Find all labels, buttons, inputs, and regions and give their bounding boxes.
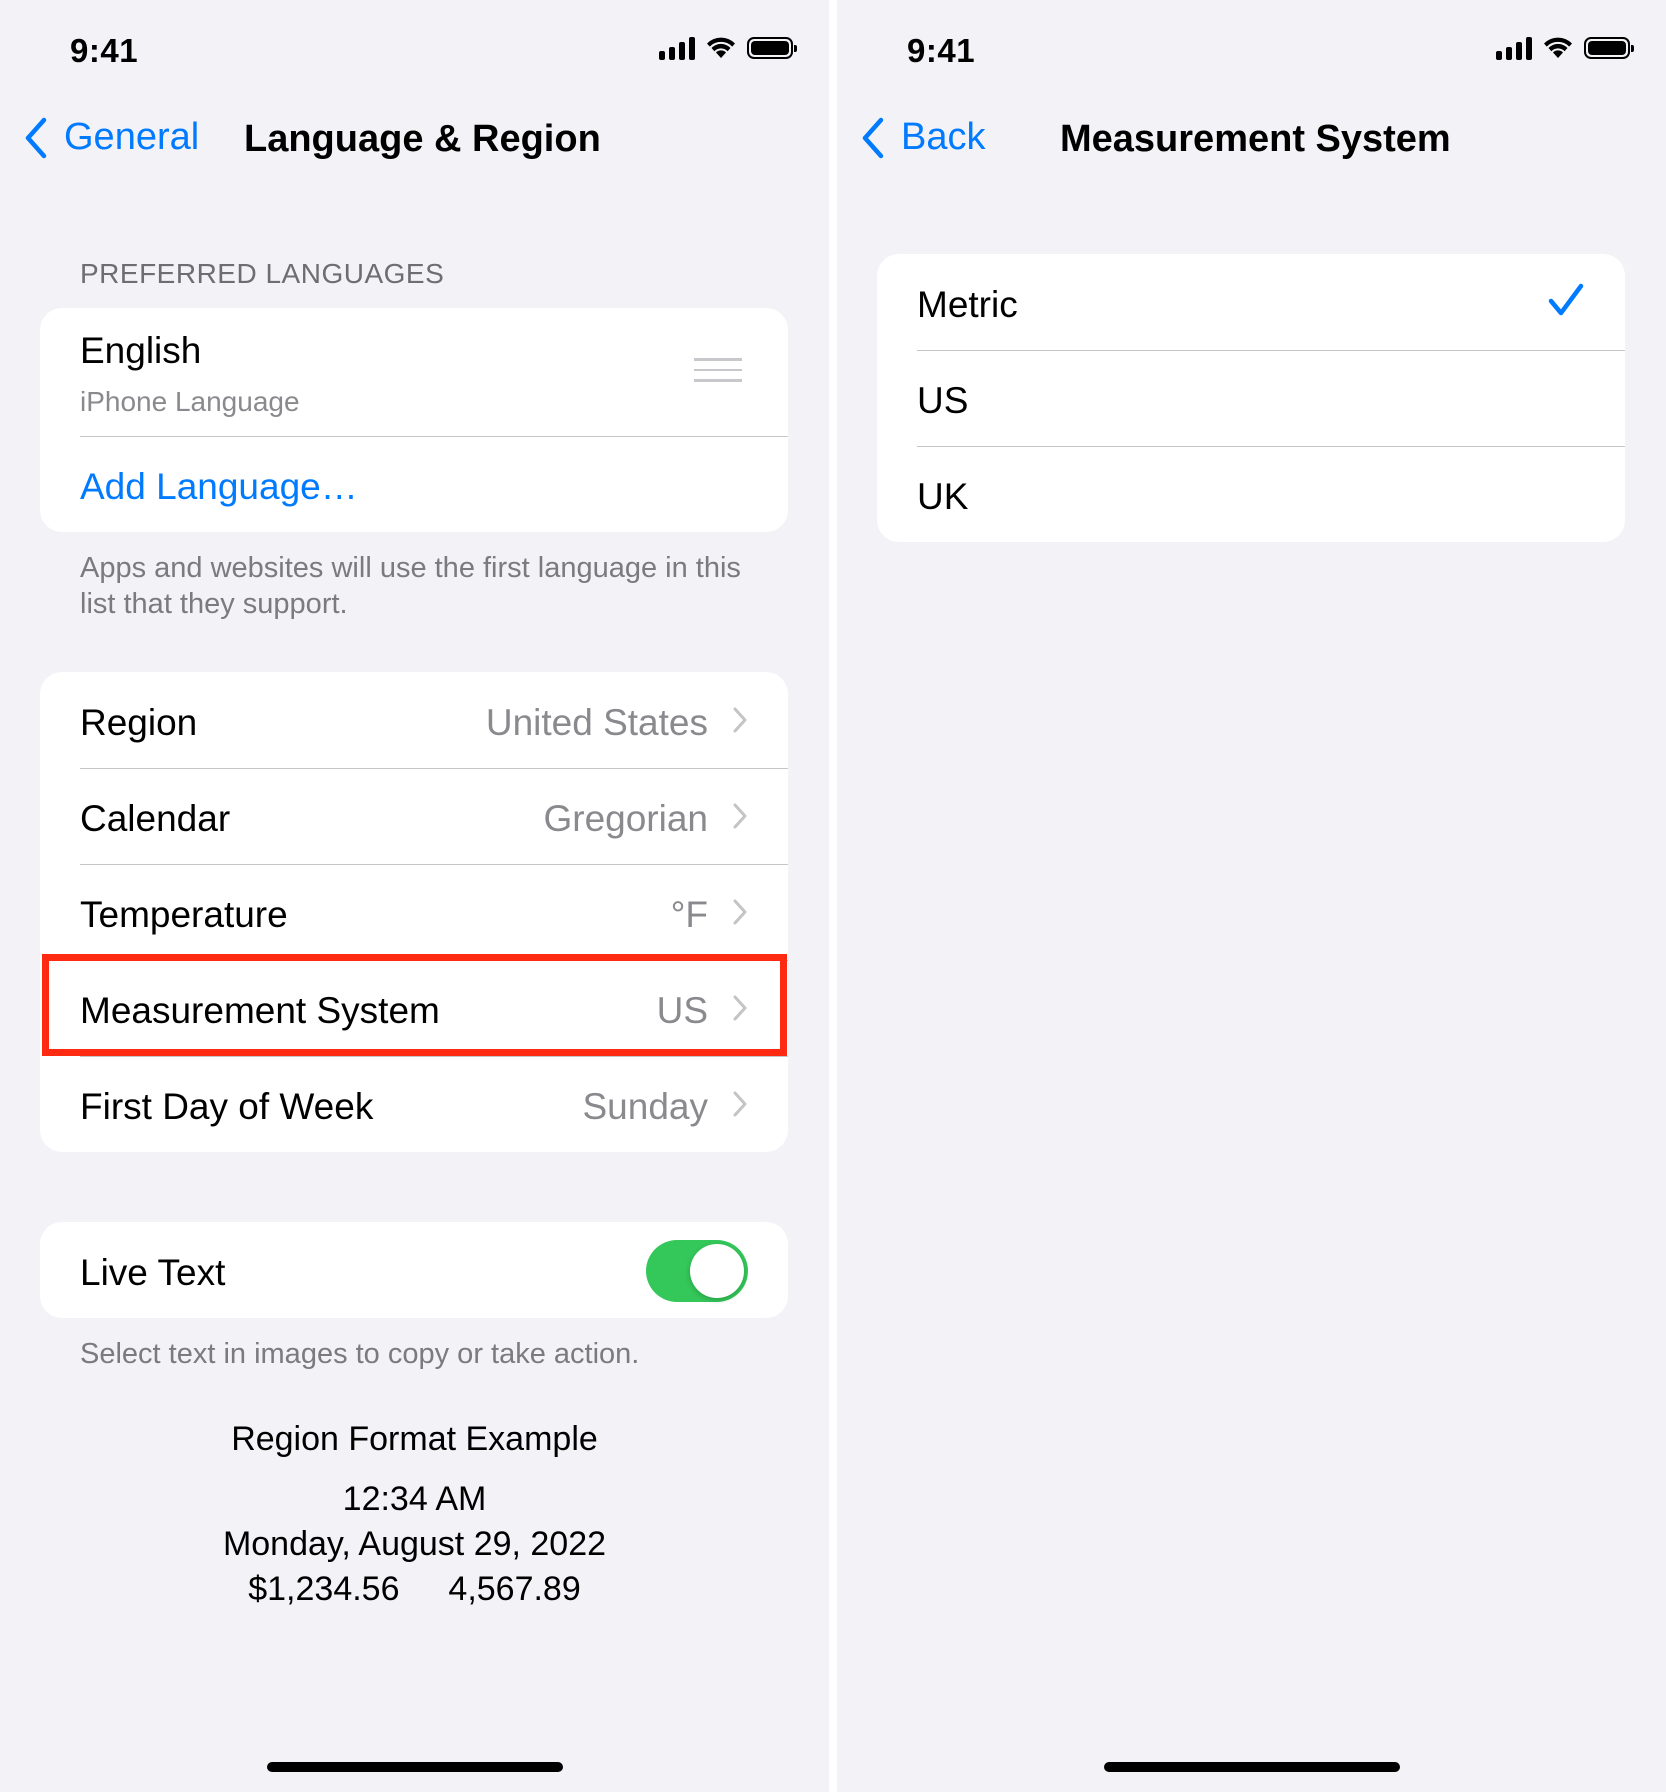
setting-row-first-day-of-week[interactable]: First Day of Week Sunday (40, 1056, 788, 1152)
checkmark-icon (1548, 283, 1584, 316)
setting-label: Region (80, 702, 198, 743)
status-time: 9:41 (907, 32, 976, 69)
setting-row-measurement-system[interactable]: Measurement System US (40, 960, 788, 1056)
status-bar: 9:41 (837, 28, 1666, 76)
chevron-left-icon (25, 117, 47, 158)
setting-value: °F (670, 894, 708, 935)
back-button[interactable]: Back (861, 116, 985, 159)
chevron-right-icon (733, 707, 747, 733)
cellular-signal-icon (659, 36, 695, 60)
status-icons (1496, 36, 1634, 60)
status-icons (659, 36, 797, 60)
chevron-right-icon (733, 899, 747, 925)
setting-value: United States (485, 702, 708, 743)
example-time: 12:34 AM (342, 1480, 487, 1518)
status-bar: 9:41 (0, 28, 829, 76)
chevron-right-icon (733, 803, 747, 829)
add-language-button[interactable]: Add Language… (80, 466, 358, 508)
setting-row-temperature[interactable]: Temperature °F (40, 864, 788, 960)
live-text-label: Live Text (80, 1252, 226, 1293)
option-row-us[interactable]: US (877, 350, 1625, 446)
toggle-knob (690, 1244, 744, 1298)
example-number: 4,567.89 (448, 1570, 581, 1608)
page-title: Measurement System (1060, 118, 1451, 160)
add-language-row[interactable]: Add Language… (40, 436, 788, 532)
live-text-group: Live Text (40, 1222, 788, 1318)
language-row-english[interactable]: English iPhone Language (40, 308, 788, 436)
battery-icon (1584, 37, 1634, 59)
wifi-icon (707, 37, 735, 58)
preferred-languages-footer: Apps and websites will use the first lan… (80, 552, 741, 620)
home-indicator[interactable] (266, 1762, 563, 1772)
page-title: Language & Region (244, 118, 601, 160)
region-format-example-title: Region Format Example (231, 1420, 598, 1458)
live-text-toggle[interactable] (646, 1240, 748, 1302)
option-row-metric[interactable]: Metric (877, 254, 1625, 350)
back-label: Back (901, 116, 986, 158)
example-currency: $1,234.56 (248, 1570, 400, 1608)
option-label: UK (917, 476, 969, 517)
setting-label: Measurement System (80, 990, 440, 1031)
live-text-footer: Select text in images to copy or take ac… (80, 1338, 640, 1370)
language-name: English (80, 330, 202, 371)
battery-icon (747, 37, 797, 59)
setting-label: Calendar (80, 798, 231, 839)
cellular-signal-icon (1496, 36, 1532, 60)
preferred-languages-group: English iPhone Language Add Language… (40, 308, 788, 532)
live-text-row: Live Text (40, 1222, 788, 1318)
setting-value: Gregorian (543, 798, 708, 839)
region-settings-group: Region United States Calendar Gregorian … (40, 672, 788, 1152)
back-button-general[interactable]: General (24, 116, 199, 159)
option-label: Metric (917, 284, 1018, 325)
wifi-icon (1544, 37, 1572, 58)
example-date: Monday, August 29, 2022 (222, 1525, 607, 1563)
setting-label: First Day of Week (80, 1086, 374, 1127)
chevron-right-icon (733, 995, 747, 1021)
language-subtitle: iPhone Language (80, 386, 300, 417)
setting-label: Temperature (80, 894, 288, 935)
language-region-screen: 9:41 General Language & Region PREFERRED… (0, 0, 829, 1792)
setting-value: US (656, 990, 708, 1031)
setting-row-calendar[interactable]: Calendar Gregorian (40, 768, 788, 864)
section-header-preferred-languages: PREFERRED LANGUAGES (80, 258, 445, 289)
option-row-uk[interactable]: UK (877, 446, 1625, 542)
navigation-bar: Back Measurement System (837, 108, 1666, 172)
example-numbers: $1,234.56 4,567.89 (0, 1570, 829, 1609)
measurement-options-group: Metric US UK (877, 254, 1625, 542)
home-indicator[interactable] (1103, 1762, 1400, 1772)
setting-value: Sunday (582, 1086, 709, 1127)
chevron-right-icon (733, 1091, 747, 1117)
reorder-handle-icon[interactable] (694, 358, 742, 390)
chevron-left-icon (862, 117, 884, 158)
navigation-bar: General Language & Region (0, 108, 829, 172)
measurement-system-screen: 9:41 Back Measurement System Metric US U… (837, 0, 1666, 1792)
option-label: US (917, 380, 969, 421)
back-label: General (64, 116, 200, 158)
setting-row-region[interactable]: Region United States (40, 672, 788, 768)
status-time: 9:41 (70, 32, 139, 69)
